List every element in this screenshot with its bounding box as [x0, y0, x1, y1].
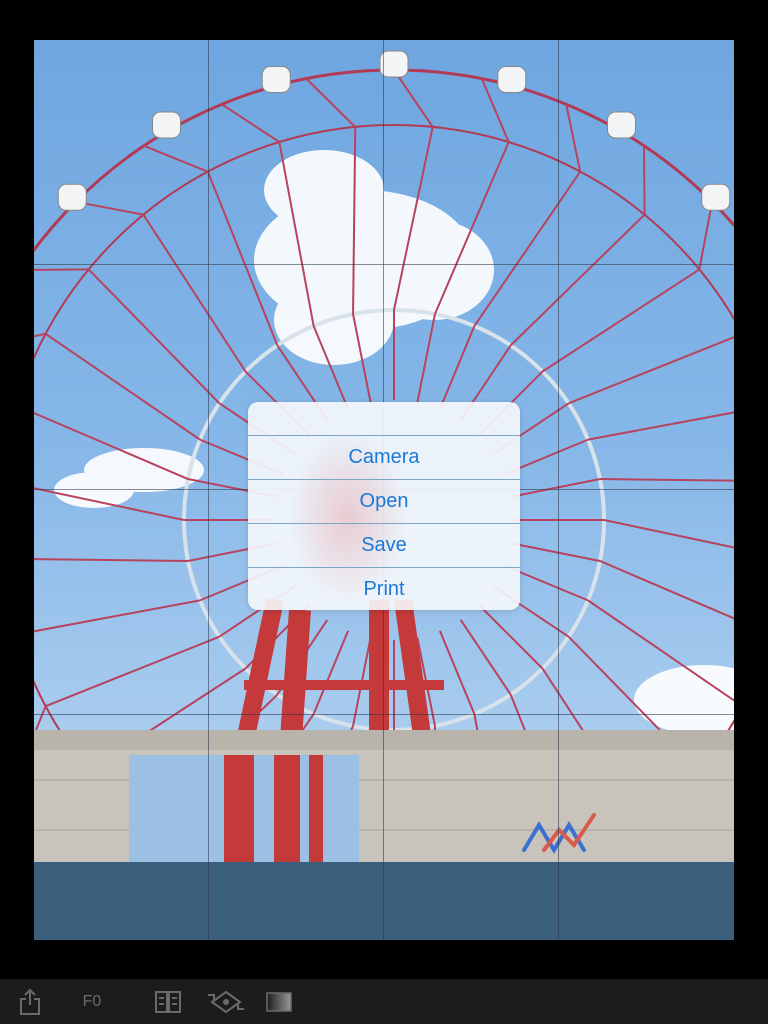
gradient-icon[interactable] [266, 987, 292, 1017]
bottom-toolbar: F0 [0, 979, 768, 1024]
grid-line [208, 40, 209, 940]
filter-label[interactable]: F0 [80, 987, 104, 1017]
menu-item-save[interactable]: Save [248, 524, 520, 568]
transform-icon[interactable] [206, 987, 246, 1017]
grid-line [558, 40, 559, 940]
menu-item-camera[interactable]: Camera [248, 436, 520, 480]
file-action-menu: Camera Open Save Print [248, 402, 520, 610]
compare-icon[interactable] [154, 987, 182, 1017]
app-screen: Camera Open Save Print F0 [0, 0, 768, 1024]
grid-line [34, 714, 734, 715]
share-icon[interactable] [16, 987, 44, 1017]
menu-header [248, 402, 520, 436]
menu-item-print[interactable]: Print [248, 568, 520, 610]
grid-line [34, 264, 734, 265]
menu-item-open[interactable]: Open [248, 480, 520, 524]
